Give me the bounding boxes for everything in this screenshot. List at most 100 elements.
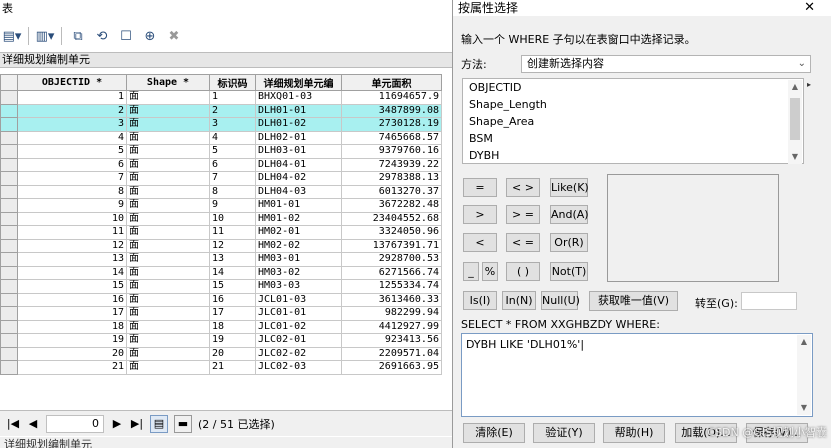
operator-and-button[interactable]: And(A) xyxy=(550,205,589,224)
cell-unit[interactable]: JLC01-02 xyxy=(255,319,342,334)
table-row[interactable]: 13 面 13 HM03-01 2928700.53 xyxy=(0,252,442,267)
cell-objectid[interactable]: 6 xyxy=(17,157,127,172)
cell-code[interactable]: 19 xyxy=(209,333,256,348)
row-selector[interactable] xyxy=(0,306,18,321)
scroll-down-icon[interactable]: ▼ xyxy=(797,401,811,415)
cell-code[interactable]: 3 xyxy=(209,117,256,132)
table-options-icon[interactable]: ▤▾ xyxy=(2,26,22,46)
table-row[interactable]: 9 面 9 HM01-01 3672282.48 xyxy=(0,198,442,213)
cell-unit[interactable]: DLH02-01 xyxy=(255,130,342,145)
table-row[interactable]: 14 面 14 HM03-02 6271566.74 xyxy=(0,265,442,280)
row-selector[interactable] xyxy=(0,319,18,334)
field-list-menu-icon[interactable]: ▸ xyxy=(807,80,811,89)
field-list[interactable]: OBJECTID Shape_Length Shape_Area BSM DYB… xyxy=(462,78,804,164)
cell-shape[interactable]: 面 xyxy=(126,171,210,186)
cell-area[interactable]: 2730128.19 xyxy=(341,117,442,132)
table-row[interactable]: 5 面 5 DLH03-01 9379760.16 xyxy=(0,144,442,159)
row-selector-header[interactable] xyxy=(0,74,18,91)
show-selected-records-icon[interactable]: ▬ xyxy=(174,414,192,433)
close-icon[interactable]: ✕ xyxy=(804,0,815,16)
verify-button[interactable]: 验证(Y) xyxy=(533,423,595,443)
cell-code[interactable]: 17 xyxy=(209,306,256,321)
scrollbar-thumb[interactable] xyxy=(790,98,800,140)
cell-area[interactable]: 9379760.16 xyxy=(341,144,442,159)
cell-objectid[interactable]: 5 xyxy=(17,144,127,159)
cell-unit[interactable]: JLC02-02 xyxy=(255,346,342,361)
cell-shape[interactable]: 面 xyxy=(126,117,210,132)
cell-code[interactable]: 15 xyxy=(209,279,256,294)
cell-area[interactable]: 1255334.74 xyxy=(341,279,442,294)
table-row[interactable]: 8 面 8 DLH04-03 6013270.37 xyxy=(0,184,442,199)
cell-objectid[interactable]: 8 xyxy=(17,184,127,199)
row-selector[interactable] xyxy=(0,360,18,375)
cell-code[interactable]: 7 xyxy=(209,171,256,186)
where-clause-textarea[interactable]: DYBH LIKE 'DLH01%'| ▲ ▼ xyxy=(461,333,813,417)
cell-shape[interactable]: 面 xyxy=(126,198,210,213)
table-row[interactable]: 21 面 21 JLC02-03 2691663.95 xyxy=(0,360,442,375)
cell-unit[interactable]: JLC01-01 xyxy=(255,306,342,321)
cell-objectid[interactable]: 1 xyxy=(17,90,127,105)
operator-greater-button[interactable]: > xyxy=(463,205,497,224)
cell-code[interactable]: 5 xyxy=(209,144,256,159)
cell-code[interactable]: 12 xyxy=(209,238,256,253)
operator-is-button[interactable]: Is(I) xyxy=(463,291,497,310)
field-item[interactable]: Shape_Area xyxy=(463,113,803,130)
column-header-unit[interactable]: 详细规划单元编 xyxy=(255,74,342,91)
field-item[interactable]: OBJECTID xyxy=(463,79,803,96)
row-selector[interactable] xyxy=(0,346,18,361)
table-row[interactable]: 3 面 3 DLH01-02 2730128.19 xyxy=(0,117,442,132)
cell-code[interactable]: 20 xyxy=(209,346,256,361)
cell-code[interactable]: 6 xyxy=(209,157,256,172)
column-header-shape[interactable]: Shape * xyxy=(126,74,210,91)
cell-unit[interactable]: HM02-01 xyxy=(255,225,342,240)
cell-unit[interactable]: DLH03-01 xyxy=(255,144,342,159)
cell-shape[interactable]: 面 xyxy=(126,346,210,361)
help-button[interactable]: 帮助(H) xyxy=(603,423,665,443)
row-selector[interactable] xyxy=(0,184,18,199)
operator-parens-button[interactable]: ( ) xyxy=(506,262,540,281)
operator-greater-equal-button[interactable]: > = xyxy=(506,205,540,224)
cell-objectid[interactable]: 7 xyxy=(17,171,127,186)
operator-in-button[interactable]: In(N) xyxy=(502,291,536,310)
operator-less-button[interactable]: < xyxy=(463,233,497,252)
cell-unit[interactable]: HM03-01 xyxy=(255,252,342,267)
cell-area[interactable]: 23404552.68 xyxy=(341,211,442,226)
cell-objectid[interactable]: 19 xyxy=(17,333,127,348)
cell-shape[interactable]: 面 xyxy=(126,184,210,199)
cell-objectid[interactable]: 21 xyxy=(17,360,127,375)
cell-objectid[interactable]: 9 xyxy=(17,198,127,213)
cell-area[interactable]: 3613460.33 xyxy=(341,292,442,307)
cell-objectid[interactable]: 13 xyxy=(17,252,127,267)
row-selector[interactable] xyxy=(0,117,18,132)
table-row[interactable]: 15 面 15 HM03-03 1255334.74 xyxy=(0,279,442,294)
cell-shape[interactable]: 面 xyxy=(126,333,210,348)
clear-selection-icon[interactable]: ☐ xyxy=(116,26,136,46)
table-row[interactable]: 18 面 18 JLC01-02 4412927.99 xyxy=(0,319,442,334)
cell-unit[interactable]: JCL01-03 xyxy=(255,292,342,307)
cell-area[interactable]: 2209571.04 xyxy=(341,346,442,361)
column-header-area[interactable]: 单元面积 xyxy=(341,74,442,91)
delete-selected-icon[interactable]: ✖ xyxy=(164,26,184,46)
cell-shape[interactable]: 面 xyxy=(126,238,210,253)
cell-area[interactable]: 982299.94 xyxy=(341,306,442,321)
cell-unit[interactable]: HM01-02 xyxy=(255,211,342,226)
cell-unit[interactable]: HM02-02 xyxy=(255,238,342,253)
record-number-input[interactable]: 0 xyxy=(46,414,104,433)
cell-objectid[interactable]: 20 xyxy=(17,346,127,361)
cell-area[interactable]: 2691663.95 xyxy=(341,360,442,375)
row-selector[interactable] xyxy=(0,130,18,145)
cell-unit[interactable]: JLC02-03 xyxy=(255,360,342,375)
cell-shape[interactable]: 面 xyxy=(126,144,210,159)
show-all-records-icon[interactable]: ▤ xyxy=(150,414,168,433)
row-selector[interactable] xyxy=(0,90,18,105)
cell-shape[interactable]: 面 xyxy=(126,211,210,226)
cell-code[interactable]: 4 xyxy=(209,130,256,145)
first-record-button[interactable]: |◀ xyxy=(6,416,20,432)
table-row[interactable]: 19 面 19 JLC02-01 923413.56 xyxy=(0,333,442,348)
cell-shape[interactable]: 面 xyxy=(126,279,210,294)
table-row[interactable]: 2 面 2 DLH01-01 3487899.08 xyxy=(0,103,442,118)
cell-unit[interactable]: DLH01-01 xyxy=(255,103,342,118)
last-record-button[interactable]: ▶| xyxy=(130,416,144,432)
cell-code[interactable]: 9 xyxy=(209,198,256,213)
cell-area[interactable]: 6013270.37 xyxy=(341,184,442,199)
